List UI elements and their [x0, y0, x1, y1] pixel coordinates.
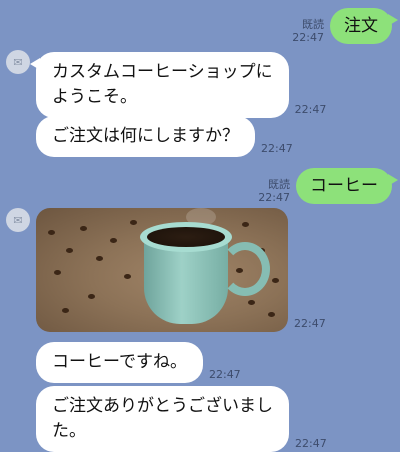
message-bubble[interactable]: コーヒー [296, 168, 398, 204]
message-time: 22:47 [261, 142, 293, 155]
bot-avatar[interactable]: ✉ [6, 208, 30, 232]
message-time: 22:47 [295, 437, 327, 450]
incoming-message: コーヒーですね。 22:47 [36, 342, 241, 383]
outgoing-message: 既読 22:47 コーヒー [258, 168, 398, 204]
coffee-bean [130, 220, 137, 225]
coffee-bean [54, 270, 61, 275]
message-time: 22:47 [208, 368, 241, 381]
message-text-line: ご注文ありがとうございまし [52, 396, 273, 416]
message-time: 22:47 [258, 191, 290, 204]
cup-handle [220, 242, 270, 296]
message-bubble[interactable]: カスタムコーヒーショップに ようこそ。 [30, 52, 289, 118]
message-text-line: カスタムコーヒーショップに [52, 62, 273, 82]
coffee-bean [242, 222, 249, 227]
coffee-bean [96, 256, 103, 261]
message-time: 22:47 [292, 31, 324, 44]
read-receipt: 既読 [268, 178, 290, 191]
message-text: 注文 [344, 16, 378, 36]
incoming-message: カスタムコーヒーショップに ようこそ。 22:47 [30, 52, 327, 118]
message-bubble[interactable]: 注文 [330, 8, 398, 44]
coffee-bean [80, 226, 87, 231]
incoming-message: ご注文ありがとうございまし た。 22:47 [36, 386, 327, 452]
chat-area: 既読 22:47 注文 ✉ カスタムコーヒーショップに ようこそ。 22:47 … [0, 0, 400, 452]
message-bubble[interactable]: ご注文ありがとうございまし た。 [36, 386, 289, 452]
coffee-bean [272, 278, 279, 283]
incoming-message: ご注文は何にしますか？ 22:47 [36, 116, 293, 157]
coffee-cup-photo[interactable] [36, 208, 288, 332]
message-bubble[interactable]: コーヒーですね。 [36, 342, 203, 383]
message-text: コーヒー [310, 176, 378, 196]
coffee-bean [110, 238, 117, 243]
coffee-bean [66, 248, 73, 253]
bot-avatar-icon: ✉ [13, 55, 23, 69]
message-time: 22:47 [294, 103, 327, 116]
coffee-bean [248, 300, 255, 305]
message-meta: 既読 22:47 [292, 18, 324, 44]
message-text-line: た。 [52, 421, 86, 441]
read-receipt: 既読 [302, 18, 324, 31]
coffee-bean [268, 312, 275, 317]
message-bubble[interactable]: ご注文は何にしますか？ [36, 116, 255, 157]
coffee-bean [62, 308, 69, 313]
coffee-bean [88, 294, 95, 299]
message-text: ご注文は何にしますか？ [52, 126, 239, 146]
coffee-bean [48, 230, 55, 235]
coffee-surface [147, 227, 225, 247]
coffee-bean [124, 274, 131, 279]
bot-avatar-icon: ✉ [13, 213, 23, 227]
outgoing-message: 既読 22:47 注文 [292, 8, 398, 44]
message-meta: 既読 22:47 [258, 178, 290, 204]
message-text-line: ようこそ。 [52, 87, 137, 107]
message-time: 22:47 [294, 317, 326, 330]
bot-avatar[interactable]: ✉ [6, 50, 30, 74]
message-text: コーヒーですね。 [52, 352, 187, 372]
incoming-message: 22:47 [36, 208, 326, 332]
